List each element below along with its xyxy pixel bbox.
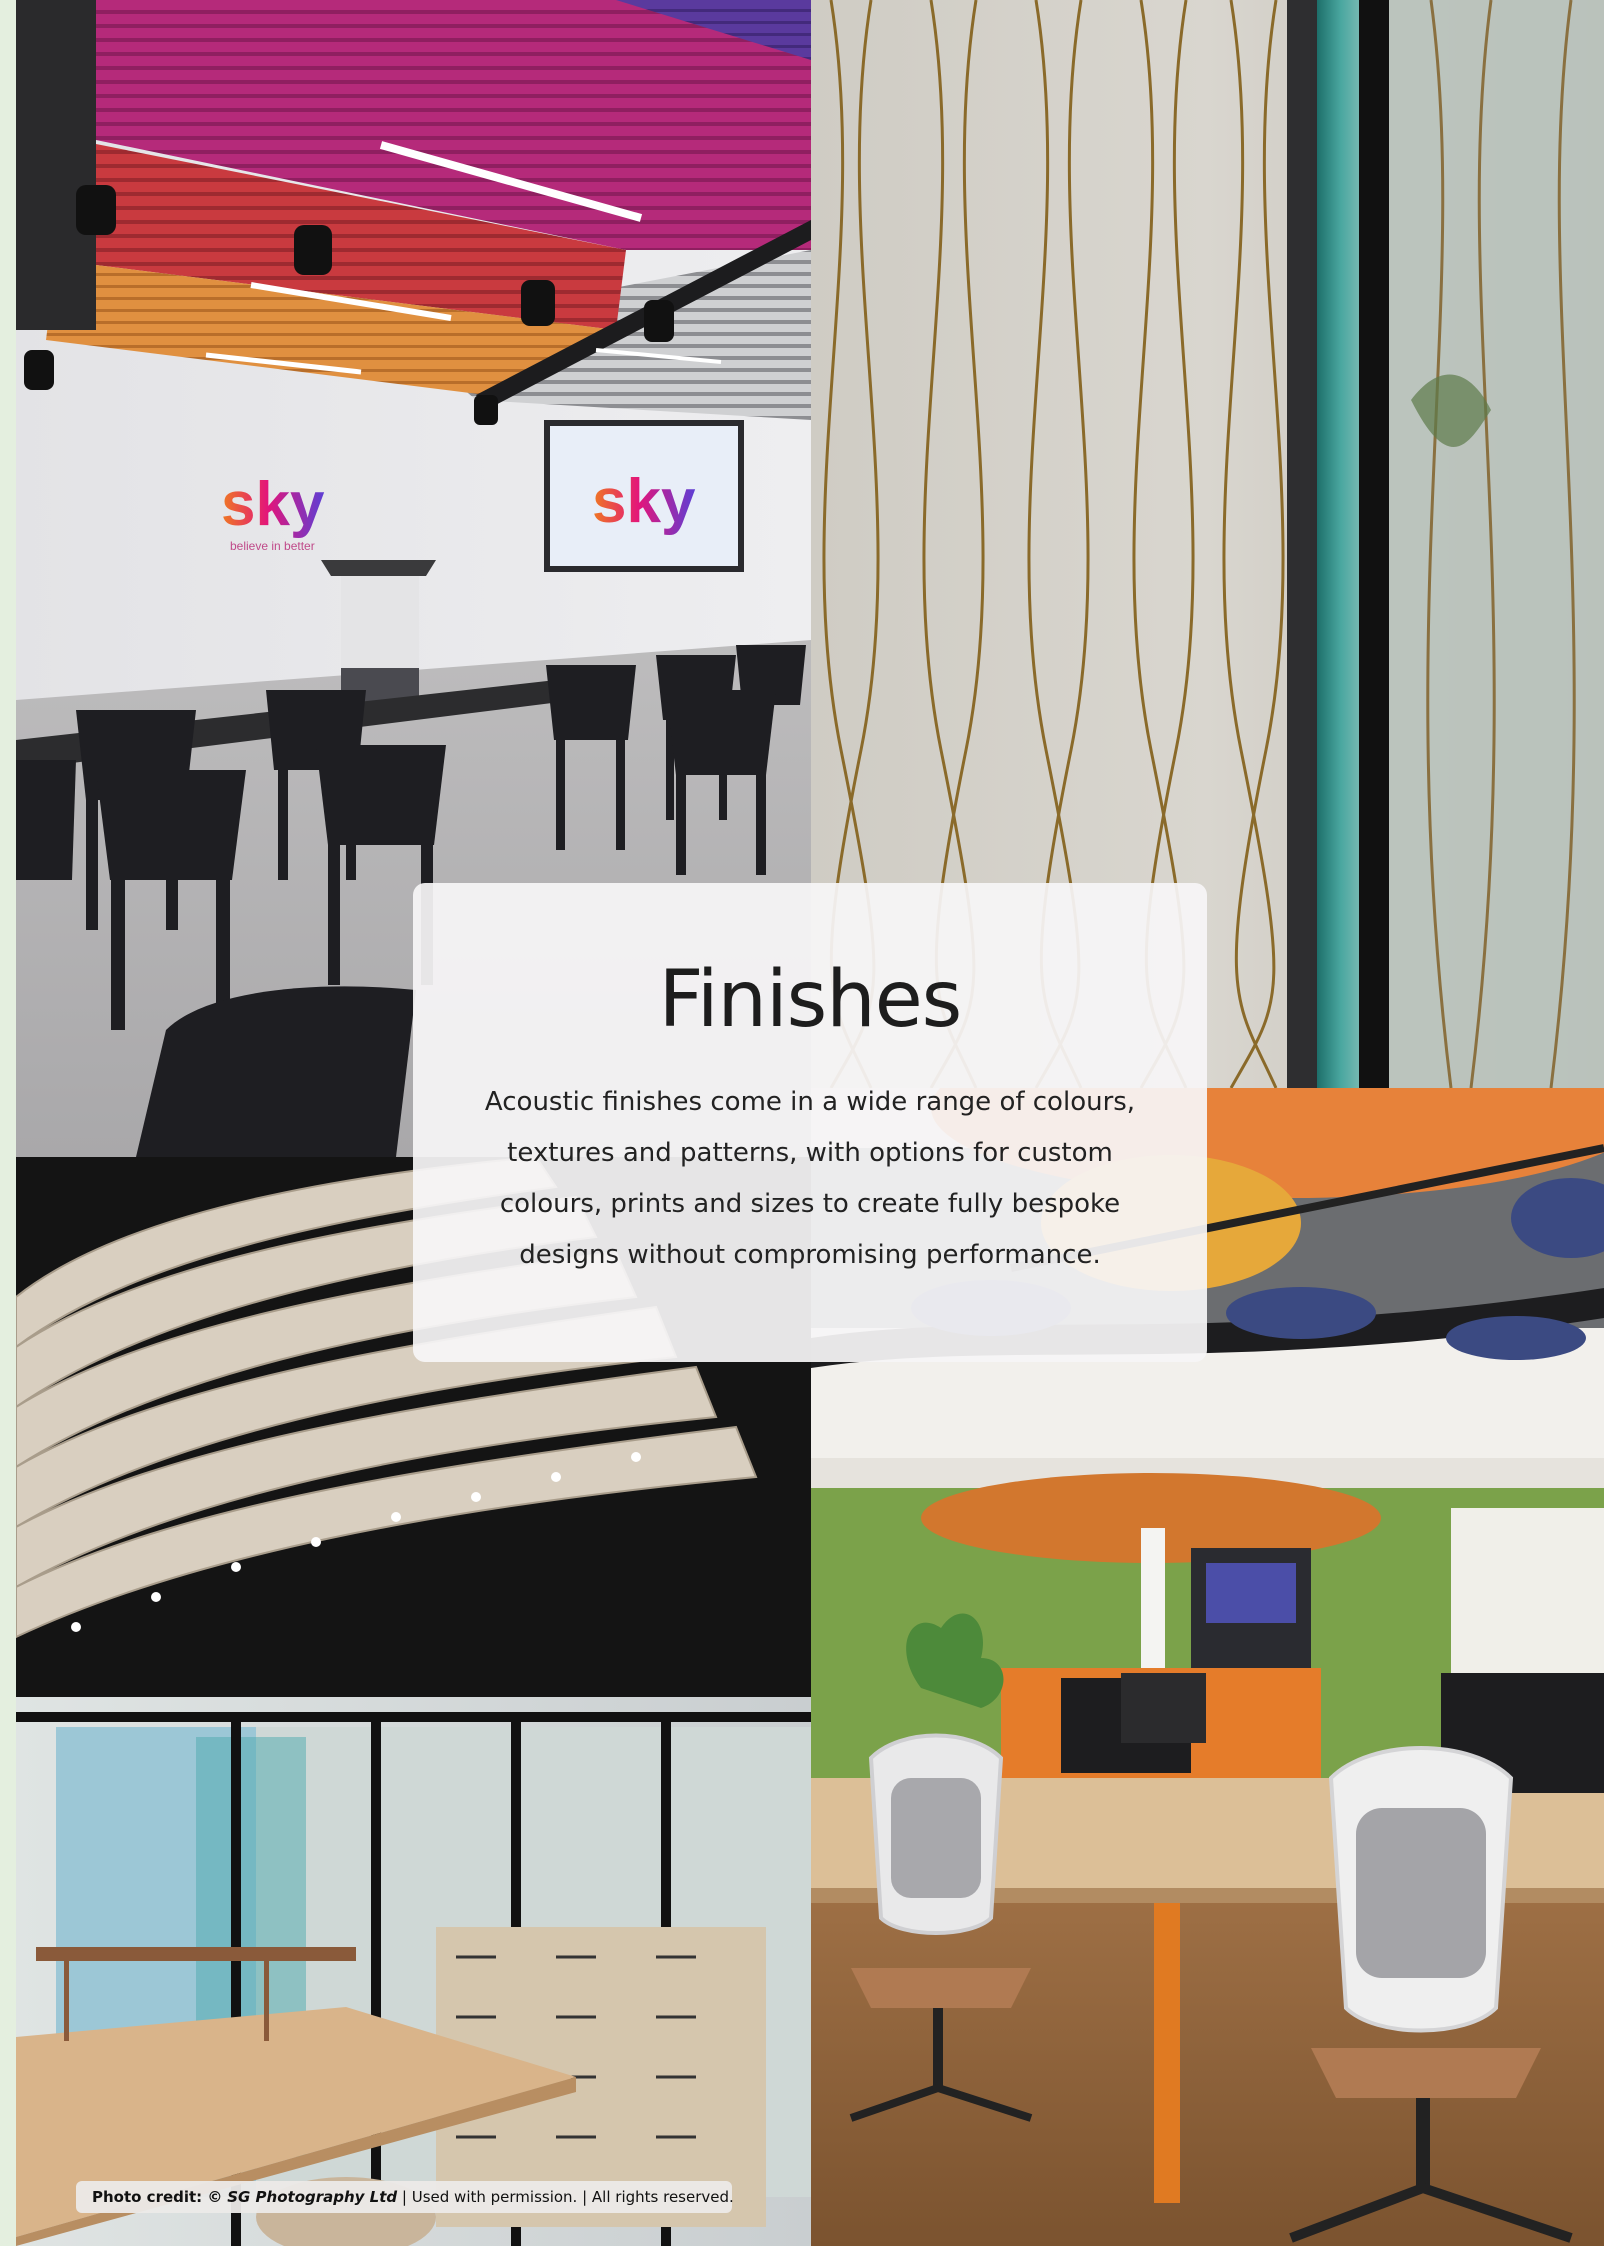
photo-credit: Photo credit: © SG Photography Ltd | Use… [76,2181,734,2213]
sky-screen-logo: sky [592,467,696,536]
description-text: Acoustic finishes come in a wide range o… [484,1087,1136,1270]
credit-photographer: SG Photography Ltd [227,2188,398,2206]
credit-prefix: Photo credit: © [92,2188,223,2206]
page-title: Finishes [658,955,963,1045]
credit-suffix: | Used with permission. | All rights res… [401,2188,734,2206]
sky-wall-logo: sky [221,470,325,539]
finishes-info-card: Finishes Acoustic finishes come in a wid… [413,883,1207,1362]
left-border-strip [0,0,16,2246]
sky-wall-tagline: believe in better [230,539,315,553]
